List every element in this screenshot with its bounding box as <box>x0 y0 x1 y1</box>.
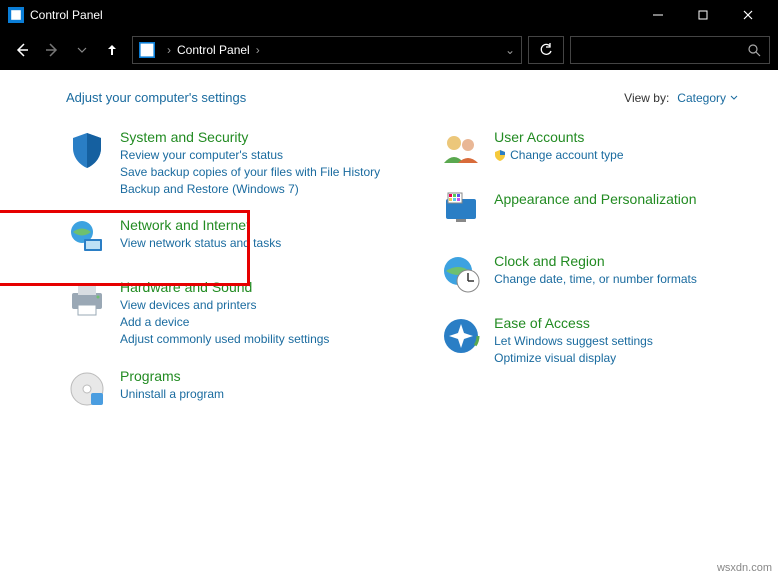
task-link[interactable]: Add a device <box>120 314 329 331</box>
up-button[interactable] <box>98 36 126 64</box>
shield-icon <box>66 129 108 171</box>
search-input[interactable] <box>570 36 770 64</box>
chevron-down-icon[interactable]: ⌄ <box>505 43 515 57</box>
task-link[interactable]: Adjust commonly used mobility settings <box>120 331 329 348</box>
back-button[interactable] <box>8 36 36 64</box>
category-user-accounts: User Accounts Change account type <box>440 129 697 171</box>
navbar: › Control Panel › ⌄ <box>0 30 778 70</box>
chevron-right-icon: › <box>167 43 171 57</box>
task-link[interactable]: Backup and Restore (Windows 7) <box>120 181 380 198</box>
category-programs: Programs Uninstall a program <box>66 368 380 410</box>
category-appearance: Appearance and Personalization <box>440 191 697 233</box>
globe-network-icon <box>66 217 108 259</box>
address-bar[interactable]: › Control Panel › ⌄ <box>132 36 522 64</box>
close-button[interactable] <box>725 0 770 30</box>
disc-icon <box>66 368 108 410</box>
forward-button[interactable] <box>38 36 66 64</box>
content-area: Adjust your computer's settings View by:… <box>0 70 778 410</box>
category-system-security: System and Security Review your computer… <box>66 129 380 197</box>
window-title: Control Panel <box>30 8 635 22</box>
category-link[interactable]: Appearance and Personalization <box>494 191 696 207</box>
task-link[interactable]: View devices and printers <box>120 297 329 314</box>
view-by-control: View by: Category <box>624 91 738 105</box>
category-network-internet: Network and Internet View network status… <box>66 217 380 259</box>
task-link[interactable]: Change account type <box>510 147 623 164</box>
monitor-personalize-icon <box>440 191 482 233</box>
chevron-down-icon <box>730 94 738 102</box>
view-by-label: View by: <box>624 91 669 105</box>
ease-access-icon <box>440 315 482 357</box>
task-link[interactable]: Review your computer's status <box>120 147 380 164</box>
refresh-button[interactable] <box>528 36 564 64</box>
task-link[interactable]: Change date, time, or number formats <box>494 271 697 288</box>
page-heading: Adjust your computer's settings <box>66 90 624 105</box>
category-link[interactable]: Clock and Region <box>494 253 697 269</box>
category-link[interactable]: Hardware and Sound <box>120 279 329 295</box>
search-icon <box>748 44 761 57</box>
recent-dropdown[interactable] <box>68 36 96 64</box>
minimize-button[interactable] <box>635 0 680 30</box>
maximize-button[interactable] <box>680 0 725 30</box>
category-link[interactable]: Ease of Access <box>494 315 653 331</box>
people-icon <box>440 129 482 171</box>
category-link[interactable]: Programs <box>120 368 224 384</box>
task-link[interactable]: View network status and tasks <box>120 235 281 252</box>
control-panel-icon <box>139 42 155 58</box>
task-link[interactable]: Optimize visual display <box>494 350 653 367</box>
view-by-dropdown[interactable]: Category <box>677 91 738 105</box>
breadcrumb-item[interactable]: Control Panel <box>177 43 250 57</box>
clock-globe-icon <box>440 253 482 295</box>
chevron-right-icon: › <box>256 43 260 57</box>
left-column: System and Security Review your computer… <box>66 129 380 410</box>
uac-shield-icon <box>494 149 506 161</box>
task-link[interactable]: Save backup copies of your files with Fi… <box>120 164 380 181</box>
category-ease-of-access: Ease of Access Let Windows suggest setti… <box>440 315 697 367</box>
titlebar: Control Panel <box>0 0 778 30</box>
category-link[interactable]: System and Security <box>120 129 380 145</box>
right-column: User Accounts Change account type Appear… <box>440 129 697 410</box>
control-panel-icon <box>8 7 24 23</box>
printer-icon <box>66 279 108 321</box>
category-clock-region: Clock and Region Change date, time, or n… <box>440 253 697 295</box>
task-link[interactable]: Let Windows suggest settings <box>494 333 653 350</box>
category-link[interactable]: Network and Internet <box>120 217 281 233</box>
category-hardware-sound: Hardware and Sound View devices and prin… <box>66 279 380 347</box>
watermark: wsxdn.com <box>717 562 772 574</box>
task-link[interactable]: Uninstall a program <box>120 386 224 403</box>
category-link[interactable]: User Accounts <box>494 129 623 145</box>
